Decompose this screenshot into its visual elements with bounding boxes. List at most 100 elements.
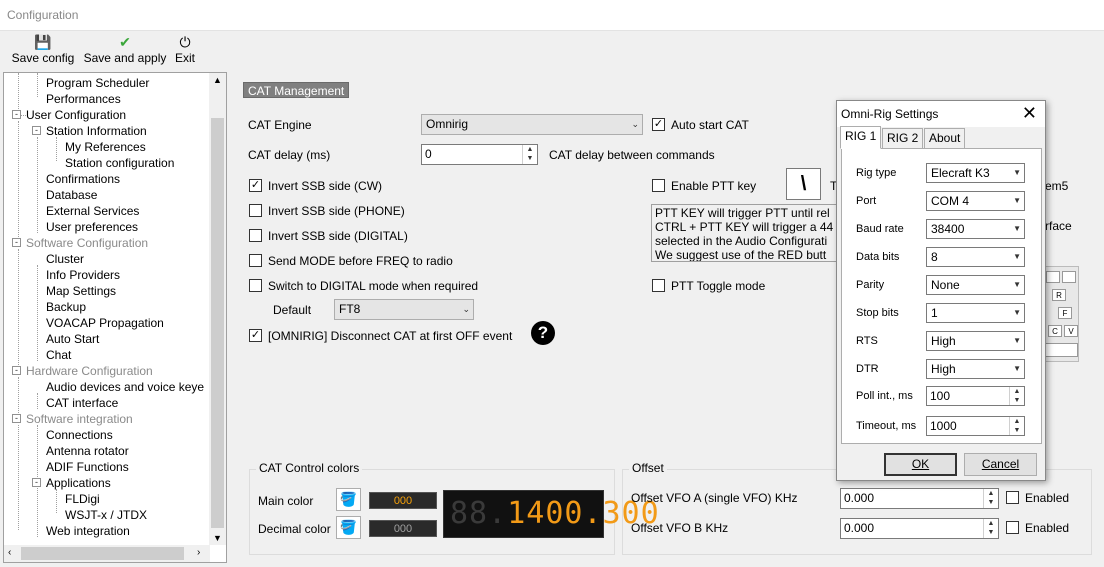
spin-arrows-icon[interactable]: ▲ ▼ <box>1009 417 1024 435</box>
exit-button[interactable]: ⏻ Exit <box>172 34 198 68</box>
rig-field-select[interactable]: High ▼ <box>926 359 1025 379</box>
default-mode-select[interactable]: FT8 ⌄ <box>334 299 474 320</box>
tree-collapse-icon[interactable]: - <box>12 366 21 375</box>
enable-ptt-checkbox[interactable] <box>652 179 665 192</box>
tree-vertical-scrollbar[interactable]: ▲ ▼ <box>209 73 226 545</box>
tree-collapse-icon[interactable]: - <box>12 238 21 247</box>
decimal-color-paint-button[interactable]: 🪣 <box>336 516 361 539</box>
chevron-down-icon[interactable]: ▼ <box>1013 304 1021 322</box>
tree-item[interactable]: Station Information <box>46 123 147 139</box>
tree-item[interactable]: Antenna rotator <box>46 443 129 459</box>
cat-engine-select[interactable]: Omnirig ⌄ <box>421 114 643 135</box>
tree-collapse-icon[interactable]: - <box>12 414 21 423</box>
rig-field-select[interactable]: 1 ▼ <box>926 303 1025 323</box>
chevron-down-icon[interactable]: ▼ <box>1013 332 1021 350</box>
tree-collapse-icon[interactable]: - <box>32 126 41 135</box>
chevron-down-icon[interactable]: ▼ <box>1013 248 1021 266</box>
tab-about[interactable]: About <box>924 128 966 148</box>
tree-item[interactable]: Database <box>46 187 97 203</box>
rig-field-select[interactable]: COM 4 ▼ <box>926 191 1025 211</box>
cancel-button[interactable]: Cancel <box>964 453 1037 476</box>
rig-field-select[interactable]: 38400 ▼ <box>926 219 1025 239</box>
main-color-paint-button[interactable]: 🪣 <box>336 488 361 511</box>
cat-delay-input[interactable]: 0 ▲ ▼ <box>421 144 538 165</box>
tab-rig-2[interactable]: RIG 2 <box>882 128 924 148</box>
tree-hscroll-thumb[interactable] <box>21 547 184 560</box>
tree-scroll-thumb[interactable] <box>211 118 224 528</box>
save-and-apply-button[interactable]: ✔ Save and apply <box>83 34 167 68</box>
save-config-button[interactable]: 💾 Save config <box>11 34 75 68</box>
close-icon[interactable]: ✕ <box>1022 103 1037 124</box>
scroll-up-icon[interactable]: ▲ <box>213 75 222 85</box>
offset-vfo-a-input[interactable]: 0.000 ▲ ▼ <box>840 488 999 509</box>
rig-field-select[interactable]: High ▼ <box>926 331 1025 351</box>
spin-arrows-icon[interactable]: ▲ ▼ <box>1009 387 1024 405</box>
tree-item[interactable]: Map Settings <box>46 283 116 299</box>
offset-vfo-b-enabled-checkbox[interactable] <box>1006 521 1019 534</box>
tree-item[interactable]: Confirmations <box>46 171 120 187</box>
offset-vfo-b-input[interactable]: 0.000 ▲ ▼ <box>840 518 999 539</box>
floppy-disk-icon: 💾 <box>34 34 52 50</box>
offset-vfo-a-enabled-checkbox[interactable] <box>1006 491 1019 504</box>
ok-button[interactable]: OK <box>884 453 957 476</box>
rig-field-select[interactable]: 8 ▼ <box>926 247 1025 267</box>
scroll-left-icon[interactable]: ‹ <box>8 547 11 558</box>
switch-digital-checkbox[interactable] <box>249 279 262 292</box>
tree-item[interactable]: WSJT-x / JTDX <box>65 507 147 523</box>
auto-start-cat-checkbox[interactable]: ✓ <box>652 118 665 131</box>
help-icon[interactable]: ? <box>531 321 555 345</box>
send-mode-checkbox[interactable] <box>249 254 262 267</box>
tree-item[interactable]: Connections <box>46 427 113 443</box>
tree-item[interactable]: CAT interface <box>46 395 118 411</box>
ptt-key-field[interactable]: \ <box>786 168 821 200</box>
rig-field-spinner[interactable]: 100 ▲ ▼ <box>926 386 1025 406</box>
invert-ssb-digital-checkbox[interactable] <box>249 229 262 242</box>
chevron-down-icon[interactable]: ▼ <box>1013 276 1021 294</box>
omnirig-disconnect-label: [OMNIRIG] Disconnect CAT at first OFF ev… <box>268 329 513 343</box>
tree-item[interactable]: Cluster <box>46 251 84 267</box>
navigation-tree[interactable]: Program Scheduler Performances - User Confi… <box>3 72 227 563</box>
invert-ssb-cw-checkbox[interactable]: ✓ <box>249 179 262 192</box>
rig-field-select[interactable]: Elecraft K3 ▼ <box>926 163 1025 183</box>
rig-field-select[interactable]: None ▼ <box>926 275 1025 295</box>
tree-item[interactable]: Web integration <box>46 523 130 539</box>
tree-item[interactable]: User preferences <box>46 219 138 235</box>
offset-group-title: Offset <box>629 461 667 475</box>
tree-item[interactable]: My References <box>65 139 146 155</box>
tree-item[interactable]: ADIF Functions <box>46 459 129 475</box>
tree-item[interactable]: Program Scheduler <box>46 75 149 91</box>
chevron-down-icon[interactable]: ▼ <box>1013 220 1021 238</box>
tree-item[interactable]: Hardware Configuration <box>26 363 153 379</box>
rig-field-spinner[interactable]: 1000 ▲ ▼ <box>926 416 1025 436</box>
chevron-down-icon[interactable]: ▼ <box>1013 192 1021 210</box>
tree-item[interactable]: Audio devices and voice keye <box>46 379 204 395</box>
scroll-down-icon[interactable]: ▼ <box>213 533 222 543</box>
tree-horizontal-scrollbar[interactable]: ‹ › <box>4 545 210 562</box>
tree-item[interactable]: Auto Start <box>46 331 99 347</box>
tree-item[interactable]: External Services <box>46 203 139 219</box>
tree-item[interactable]: VOACAP Propagation <box>46 315 164 331</box>
ptt-toggle-checkbox[interactable] <box>652 279 665 292</box>
chevron-down-icon[interactable]: ▼ <box>1013 360 1021 378</box>
save-config-label: Save config <box>11 51 75 65</box>
tree-item[interactable]: Chat <box>46 347 71 363</box>
tree-collapse-icon[interactable]: - <box>32 478 41 487</box>
tree-collapse-icon[interactable]: - <box>12 110 21 119</box>
tree-item[interactable]: Info Providers <box>46 267 120 283</box>
tree-item[interactable]: Backup <box>46 299 86 315</box>
spin-arrows-icon[interactable]: ▲ ▼ <box>983 489 998 508</box>
tab-rig-1[interactable]: RIG 1 <box>840 126 882 149</box>
tree-item[interactable]: Applications <box>46 475 111 491</box>
tree-item[interactable]: FLDigi <box>65 491 100 507</box>
tree-item[interactable]: Performances <box>46 91 121 107</box>
scroll-right-icon[interactable]: › <box>197 547 200 558</box>
spin-arrows-icon[interactable]: ▲ ▼ <box>983 519 998 538</box>
tree-item[interactable]: Software integration <box>26 411 133 427</box>
tree-item[interactable]: Station configuration <box>65 155 174 171</box>
omnirig-disconnect-checkbox[interactable]: ✓ <box>249 329 262 342</box>
chevron-down-icon[interactable]: ▼ <box>1013 164 1021 182</box>
tree-item[interactable]: Software Configuration <box>26 235 148 251</box>
tree-item[interactable]: User Configuration <box>26 107 126 123</box>
spin-arrows-icon[interactable]: ▲ ▼ <box>522 145 537 164</box>
invert-ssb-phone-checkbox[interactable] <box>249 204 262 217</box>
